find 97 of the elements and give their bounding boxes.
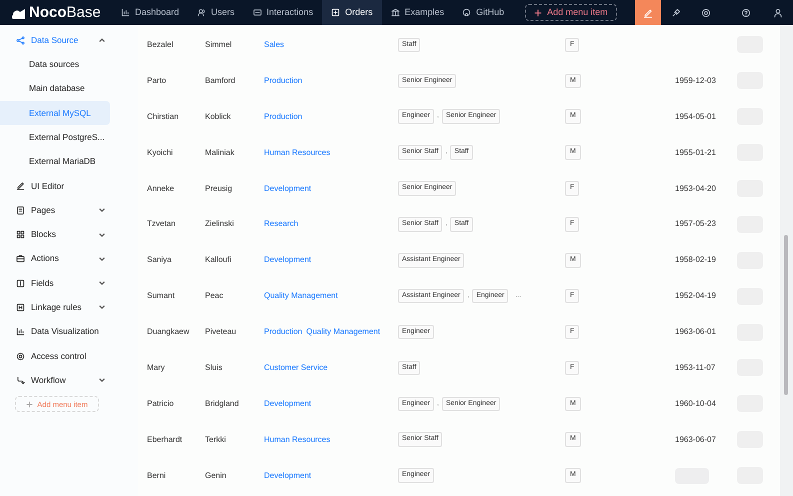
table-cell: 1952-04-19: [675, 291, 716, 300]
sidebar-subitem[interactable]: External MariaDB: [0, 149, 110, 174]
department-link[interactable]: Development: [264, 254, 312, 266]
sidebar-subitem[interactable]: External PostgreS...: [0, 125, 110, 150]
sidebar-subitem[interactable]: Data sources: [0, 52, 110, 77]
help-icon: [741, 8, 751, 18]
table-cell-text: Bezalel: [147, 38, 174, 51]
nav-tab[interactable]: Dashboard: [112, 0, 188, 25]
table-cell: 1953-04-20: [675, 184, 716, 192]
table-cell: 1957-05-23: [675, 219, 716, 228]
pen-icon: [16, 181, 25, 190]
table-cell: 1963-06-07: [675, 434, 716, 444]
share-icon: [16, 36, 25, 45]
sidebar-item[interactable]: Data Visualization: [0, 320, 138, 344]
briefcase-icon: [16, 254, 25, 264]
logo: NocoBase: [0, 0, 112, 25]
table-cell-text: Parto: [147, 74, 168, 87]
table-cell-text: Saniya: [147, 254, 172, 266]
table-cell-text: Simmel: [205, 38, 233, 51]
plugin-icon: [671, 8, 681, 18]
sidebar-subitem[interactable]: External MySQL: [0, 100, 110, 126]
add-menu-item-button[interactable]: Add menu item: [525, 4, 617, 21]
nav-tab[interactable]: GitHub: [453, 0, 514, 25]
plus-icon: [26, 400, 34, 408]
table-cell-text: Peac: [205, 290, 224, 302]
table-cell-text: Bridgland: [205, 398, 240, 410]
field-icon: [16, 278, 25, 288]
table-cell-text: Mary: [147, 362, 166, 374]
blocks-icon: [16, 230, 25, 240]
sidebar-item[interactable]: Fields: [0, 270, 138, 296]
sidebar-item[interactable]: Actions: [0, 246, 138, 271]
department-link[interactable]: Development: [264, 182, 312, 194]
table-cell-text: Terkki: [205, 434, 227, 446]
table-cell-text: Sumant: [147, 290, 176, 302]
table-cell: 1954-05-01: [675, 112, 716, 121]
nav-tab[interactable]: Examples: [382, 0, 454, 25]
department-link[interactable]: Research: [264, 218, 298, 230]
table-cell-text: Genin: [205, 470, 228, 482]
table-cell: 1960-10-04: [675, 398, 716, 408]
table-cell-text: Anneke: [147, 182, 176, 194]
department-link[interactable]: Production: [264, 110, 302, 123]
table-cell-text: Tzvetan: [147, 218, 176, 230]
table-cell-text: Kalloufi: [205, 254, 232, 266]
sidebar-item[interactable]: Data Source: [0, 28, 138, 52]
table-cell-text: Zielinski: [205, 218, 235, 230]
department-link[interactable]: Human Resources: [264, 146, 330, 159]
table-cell: 1958-02-19: [675, 255, 716, 264]
table-cell-text: Bamford: [205, 74, 236, 87]
sidebar-item[interactable]: Access control: [0, 344, 138, 368]
table-cell-text: Koblick: [205, 110, 232, 123]
page-icon: [16, 206, 25, 215]
box-icon: [331, 8, 340, 17]
table-cell: 1955-01-21: [675, 148, 716, 157]
nav-tab[interactable]: Orders: [322, 0, 382, 25]
table-cell-text: Berni: [147, 470, 167, 482]
department-link[interactable]: Quality Management: [264, 290, 338, 302]
pen-icon: [643, 8, 653, 18]
department-link[interactable]: Production: [264, 74, 302, 87]
department-link[interactable]: Sales: [264, 38, 284, 51]
plus-icon: [534, 8, 542, 16]
sidebar-item[interactable]: Linkage rules: [0, 295, 138, 320]
department-link[interactable]: Human Resources: [264, 434, 330, 446]
nav-tab[interactable]: Users: [188, 0, 244, 25]
table-cell: 1959-12-03: [675, 76, 716, 85]
settings-icon: [16, 352, 25, 360]
table-cell-text: Kyoichi: [147, 146, 174, 159]
department-link[interactable]: Quality Management: [306, 326, 380, 338]
sidebar-item[interactable]: Blocks: [0, 222, 138, 247]
chart-icon: [16, 327, 25, 336]
sidebar-item[interactable]: Pages: [0, 198, 138, 222]
table-cell-text: Preusig: [205, 182, 234, 194]
table-cell-text: Maliniak: [205, 146, 236, 159]
sidebar-item[interactable]: Workflow: [0, 368, 138, 392]
sidebar-item[interactable]: UI Editor: [0, 174, 138, 198]
scrollbar[interactable]: [780, 25, 793, 496]
users-icon: [197, 8, 206, 17]
sidebar-subitem[interactable]: Main database: [0, 76, 110, 101]
department-link[interactable]: Development: [264, 470, 312, 482]
table-cell-text: Chirstian: [147, 110, 180, 123]
table-cell-text: Piveteau: [205, 326, 238, 338]
window-icon: [252, 8, 262, 17]
table-cell-text: Duangkaew: [147, 326, 190, 338]
user-icon: [773, 8, 783, 18]
table-cell: 1953-11-07: [675, 362, 716, 372]
table-cell: 1963-06-01: [675, 327, 716, 336]
table-cell-text: Sluis: [205, 362, 224, 374]
department-link[interactable]: Production: [264, 326, 302, 338]
scrollbar-thumb[interactable]: [784, 235, 788, 395]
bank-icon: [390, 8, 400, 17]
chart-icon: [121, 8, 130, 17]
nav-tab[interactable]: Interactions: [244, 0, 322, 25]
table-cell-text: Patricio: [147, 398, 175, 410]
settings-icon: [701, 8, 711, 18]
table-cell-text: Eberhardt: [147, 434, 184, 446]
workflow-icon: [16, 376, 25, 385]
department-link[interactable]: Customer Service: [264, 362, 328, 374]
department-link[interactable]: Development: [264, 398, 312, 410]
